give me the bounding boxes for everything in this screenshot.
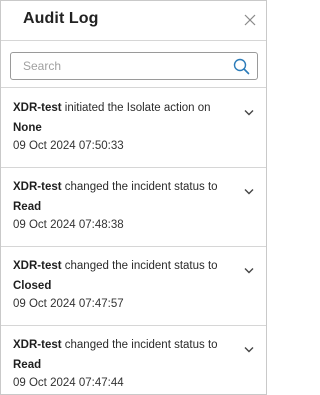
audit-entry[interactable]: XDR-test changed the incident status to R… (1, 168, 266, 247)
chevron-down-icon[interactable] (243, 183, 255, 195)
close-icon[interactable] (242, 12, 258, 28)
entry-description: XDR-test initiated the Isolate action on… (13, 98, 228, 138)
audit-entry[interactable]: XDR-test changed the incident status to C… (1, 247, 266, 326)
entry-target: Read (13, 201, 42, 213)
panel-header: Audit Log (1, 1, 266, 41)
panel-title: Audit Log (23, 10, 99, 27)
entry-timestamp: 09 Oct 2024 07:50:33 (13, 140, 124, 152)
search-section (1, 41, 266, 88)
audit-entry[interactable]: XDR-test changed the incident status to R… (1, 326, 266, 395)
entry-action: changed the incident status to (61, 181, 218, 193)
entry-actor: XDR-test (13, 102, 62, 114)
entry-actor: XDR-test (13, 260, 62, 272)
chevron-down-icon[interactable] (243, 341, 255, 353)
entry-timestamp: 09 Oct 2024 07:48:38 (13, 219, 124, 231)
audit-entry[interactable]: XDR-test initiated the Isolate action on… (1, 89, 266, 168)
entry-description: XDR-test changed the incident status to R… (13, 177, 228, 217)
chevron-down-icon[interactable] (243, 262, 255, 274)
search-icon[interactable] (233, 58, 250, 75)
search-input[interactable] (11, 53, 231, 79)
chevron-down-icon[interactable] (243, 104, 255, 116)
entry-action: changed the incident status to (61, 339, 218, 351)
entry-action: changed the incident status to (61, 260, 218, 272)
entry-actor: XDR-test (13, 181, 62, 193)
entry-target: Closed (13, 280, 52, 292)
entry-actor: XDR-test (13, 339, 62, 351)
entry-action: initiated the Isolate action on (61, 102, 211, 114)
search-box (10, 52, 258, 80)
audit-log-panel: Audit Log XDR-test initiated the Isolate… (0, 0, 267, 395)
entry-description: XDR-test changed the incident status to C… (13, 256, 228, 296)
entry-description: XDR-test changed the incident status to R… (13, 335, 228, 375)
entry-target: Read (13, 359, 42, 371)
entry-timestamp: 09 Oct 2024 07:47:57 (13, 298, 124, 310)
entry-timestamp: 09 Oct 2024 07:47:44 (13, 377, 124, 389)
entry-target: None (13, 122, 42, 134)
